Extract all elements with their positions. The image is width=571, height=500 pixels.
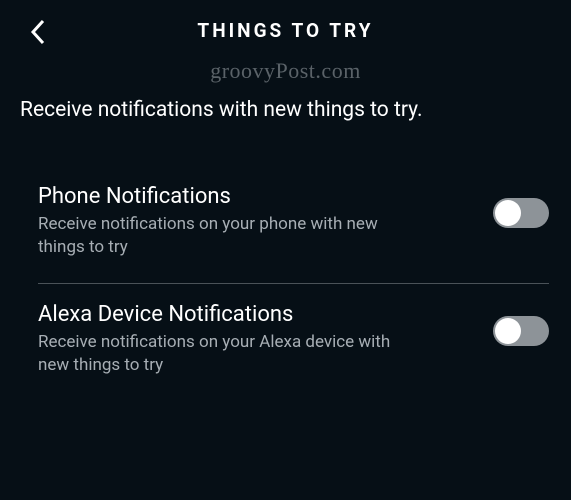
setting-alexa-device-notifications: Alexa Device Notifications Receive notif… (0, 284, 571, 401)
page-description: Receive notifications with new things to… (0, 84, 571, 122)
watermark: groovyPost.com (0, 58, 571, 84)
toggle-knob (495, 200, 521, 226)
setting-subtitle: Receive notifications on your phone with… (38, 213, 418, 259)
setting-title: Phone Notifications (38, 184, 418, 209)
toggle-alexa-device-notifications[interactable] (493, 316, 549, 346)
toggle-knob (495, 318, 521, 344)
back-button[interactable] (24, 18, 52, 46)
chevron-left-icon (29, 18, 47, 46)
setting-subtitle: Receive notifications on your Alexa devi… (38, 331, 418, 377)
header: THINGS TO TRY (0, 0, 571, 60)
setting-phone-notifications: Phone Notifications Receive notification… (0, 166, 571, 283)
setting-title: Alexa Device Notifications (38, 302, 418, 327)
page-title: THINGS TO TRY (197, 19, 373, 42)
setting-text: Phone Notifications Receive notification… (38, 184, 438, 259)
setting-text: Alexa Device Notifications Receive notif… (38, 302, 438, 377)
settings-list: Phone Notifications Receive notification… (0, 166, 571, 401)
toggle-phone-notifications[interactable] (493, 198, 549, 228)
